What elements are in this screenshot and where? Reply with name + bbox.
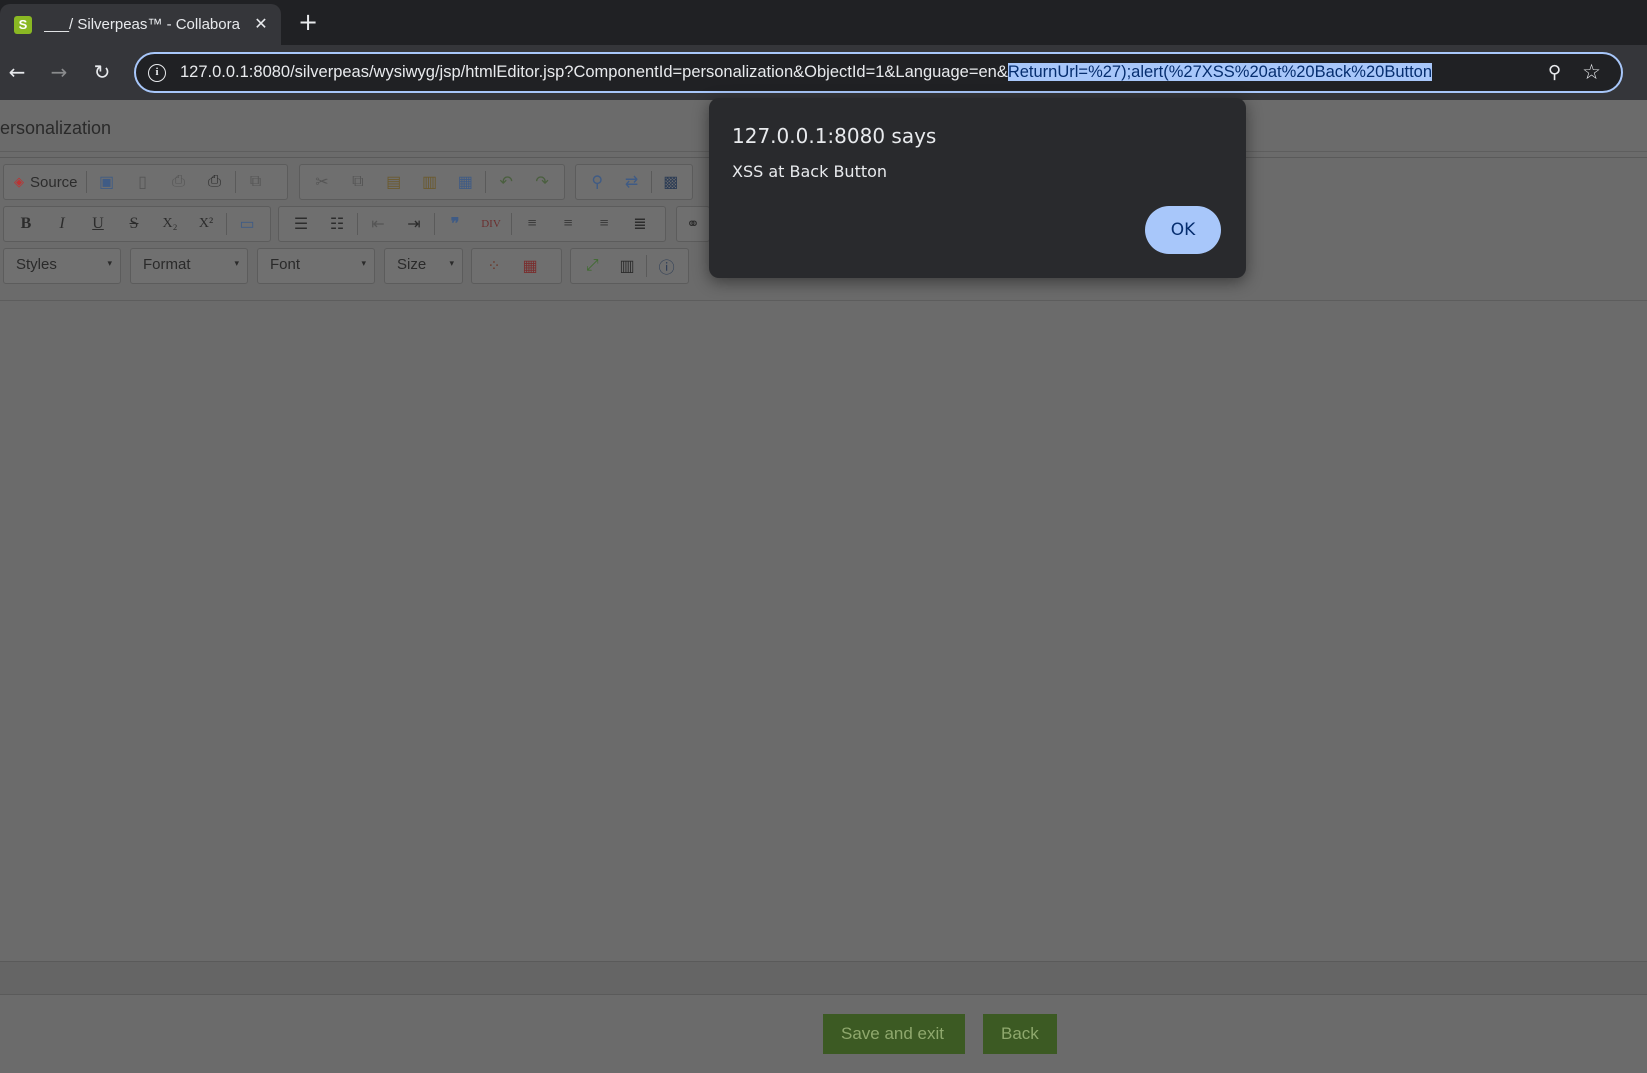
- remove-format-icon[interactable]: ▭: [229, 209, 265, 239]
- new-tab-icon[interactable]: +: [296, 8, 320, 36]
- align-left-icon[interactable]: ≡: [514, 209, 550, 239]
- browser-tab-strip: S ___/ Silverpeas™ - Collabora ✕ +: [0, 0, 1647, 45]
- styles-dropdown[interactable]: Styles ▾: [3, 248, 121, 284]
- address-bar[interactable]: i 127.0.0.1:8080/silverpeas/wysiwyg/jsp/…: [134, 52, 1623, 93]
- paste-icon[interactable]: ▤: [376, 167, 412, 197]
- decrease-indent-icon[interactable]: ⇤: [360, 209, 396, 239]
- create-div-icon[interactable]: DIV: [473, 209, 509, 239]
- chevron-down-icon: ▾: [234, 258, 239, 268]
- toolbar-separator: [357, 213, 358, 235]
- redo-icon[interactable]: ↷: [524, 167, 560, 197]
- toolbar-separator: [85, 171, 87, 193]
- toolbar-separator: [650, 171, 652, 193]
- page-title: ersonalization: [0, 118, 112, 138]
- templates-icon[interactable]: ⧉: [238, 167, 274, 197]
- tab-title: ___/ Silverpeas™ - Collabora: [44, 16, 240, 33]
- toolbar-separator: [434, 213, 435, 235]
- bookmark-star-icon[interactable]: ☆: [1582, 60, 1601, 84]
- alert-dialog: 127.0.0.1:8080 says XSS at Back Button O…: [709, 98, 1246, 278]
- editor-status-bar: [0, 961, 1647, 995]
- toolbar-group-links: ⚭: [676, 206, 710, 242]
- new-page-icon[interactable]: ▯: [125, 167, 161, 197]
- toolbar-separator: [234, 171, 236, 193]
- alert-title: 127.0.0.1:8080 says: [732, 124, 937, 148]
- undo-icon[interactable]: ↶: [488, 167, 524, 197]
- url-selected: ReturnUrl=%27);alert(%27XSS%20at%20Back%…: [1007, 63, 1433, 81]
- toolbar-group-colors: ⁘ ▦: [471, 248, 562, 284]
- align-right-icon[interactable]: ≡: [586, 209, 622, 239]
- underline-button[interactable]: U: [80, 209, 116, 239]
- toolbar-group-find: ⚲ ⇄ ▩: [575, 164, 693, 200]
- url-plain: 127.0.0.1:8080/silverpeas/wysiwyg/jsp/ht…: [180, 63, 1008, 81]
- format-dropdown[interactable]: Format ▾: [130, 248, 248, 284]
- strikethrough-button[interactable]: S: [116, 209, 152, 239]
- url-text[interactable]: 127.0.0.1:8080/silverpeas/wysiwyg/jsp/ht…: [180, 63, 1433, 82]
- toolbar-group-tools: ⤢ ▥ ⓘ: [570, 248, 689, 284]
- replace-icon[interactable]: ⇄: [614, 167, 648, 197]
- bulleted-list-icon[interactable]: ☷: [319, 209, 355, 239]
- link-icon[interactable]: ⚭: [681, 209, 705, 239]
- browser-tab[interactable]: S ___/ Silverpeas™ - Collabora ✕: [0, 4, 281, 45]
- back-arrow-icon[interactable]: ←: [4, 59, 30, 85]
- increase-indent-icon[interactable]: ⇥: [396, 209, 432, 239]
- bold-button[interactable]: B: [8, 209, 44, 239]
- format-label: Format: [143, 256, 191, 273]
- html-editor: ◈ Source ▣ ▯ ⎙ ⎙ ⧉ ✂ ⧉ ▤ ▥ ▦ ↶ ↷ ⚲ ⇄ ▩ B…: [0, 157, 1647, 1000]
- source-label: Source: [30, 173, 78, 191]
- editor-content-area[interactable]: [0, 301, 1647, 965]
- chevron-down-icon: ▾: [449, 258, 454, 268]
- blockquote-icon[interactable]: ❞: [437, 209, 473, 239]
- browser-toolbar: ← → ↻ i 127.0.0.1:8080/silverpeas/wysiwy…: [0, 45, 1647, 100]
- maximize-icon[interactable]: ⤢: [575, 251, 610, 281]
- preview-icon[interactable]: ⎙: [161, 167, 197, 197]
- chevron-down-icon: ▾: [107, 258, 112, 268]
- back-button[interactable]: Back: [983, 1014, 1057, 1054]
- justify-icon[interactable]: ≣: [622, 209, 658, 239]
- toolbar-separator: [226, 213, 227, 235]
- italic-button[interactable]: I: [44, 209, 80, 239]
- numbered-list-icon[interactable]: ☰: [283, 209, 319, 239]
- forward-arrow-icon[interactable]: →: [46, 59, 72, 85]
- subscript-button[interactable]: X₂: [152, 209, 188, 239]
- toolbar-group-basicstyles: B I U S X₂ X² ▭: [3, 206, 271, 242]
- find-icon[interactable]: ⚲: [580, 167, 614, 197]
- cut-icon[interactable]: ✂: [304, 167, 340, 197]
- print-icon[interactable]: ⎙: [197, 167, 233, 197]
- paste-text-icon[interactable]: ▥: [412, 167, 448, 197]
- chevron-down-icon: ▾: [361, 258, 366, 268]
- styles-label: Styles: [16, 256, 57, 273]
- toolbar-group-clipboard: ✂ ⧉ ▤ ▥ ▦ ↶ ↷: [299, 164, 565, 200]
- alert-message: XSS at Back Button: [732, 162, 888, 181]
- toolbar-separator: [485, 171, 487, 193]
- table-icon[interactable]: ▦: [512, 251, 548, 281]
- superscript-button[interactable]: X²: [188, 209, 224, 239]
- toolbar-separator: [511, 213, 512, 235]
- toolbar-group-document: ◈ Source ▣ ▯ ⎙ ⎙ ⧉: [3, 164, 288, 200]
- reload-icon[interactable]: ↻: [89, 59, 115, 85]
- ok-button[interactable]: OK: [1145, 206, 1221, 254]
- show-blocks-icon[interactable]: ▥: [610, 251, 645, 281]
- toolbar-separator: [646, 255, 648, 277]
- copy-icon[interactable]: ⧉: [340, 167, 376, 197]
- font-label: Font: [270, 256, 301, 273]
- zoom-icon[interactable]: ⚲: [1548, 62, 1561, 83]
- text-color-icon[interactable]: ⁘: [476, 251, 512, 281]
- close-tab-icon[interactable]: ✕: [251, 14, 271, 34]
- align-center-icon[interactable]: ≡: [550, 209, 586, 239]
- font-dropdown[interactable]: Font ▾: [257, 248, 375, 284]
- about-info-icon[interactable]: ⓘ: [649, 251, 684, 281]
- paste-word-icon[interactable]: ▦: [447, 167, 483, 197]
- toolbar-group-paragraph: ☰ ☷ ⇤ ⇥ ❞ DIV ≡ ≡ ≡ ≣: [278, 206, 666, 242]
- size-dropdown[interactable]: Size ▾: [384, 248, 463, 284]
- save-and-exit-button[interactable]: Save and exit: [823, 1014, 965, 1054]
- silverpeas-favicon-icon: S: [14, 15, 32, 34]
- save-icon[interactable]: ▣: [89, 167, 125, 197]
- source-button[interactable]: ◈ Source: [8, 167, 84, 197]
- size-label: Size: [397, 256, 427, 273]
- source-icon: ◈: [14, 174, 24, 189]
- select-all-icon[interactable]: ▩: [654, 167, 688, 197]
- site-info-icon[interactable]: i: [148, 63, 166, 82]
